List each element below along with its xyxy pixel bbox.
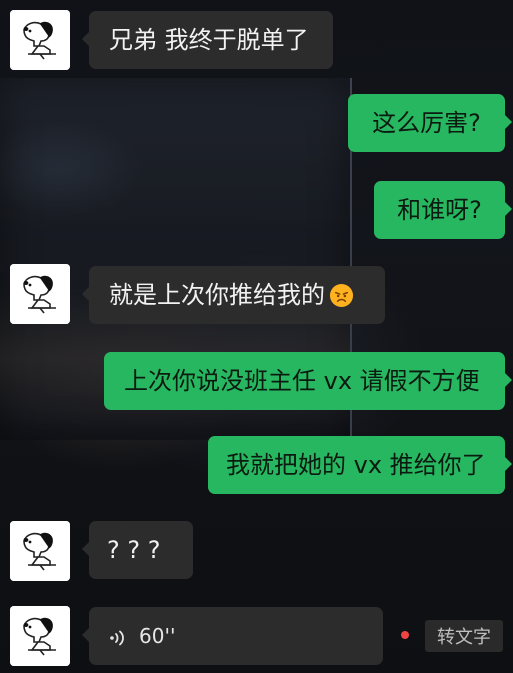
message-text: 这么厉害? [372, 109, 481, 137]
snoopy-avatar-icon [10, 606, 70, 666]
chat-screen: 兄弟 我终于脱单了 这么厉害? 和谁呀? 就是上次你推给我的 上次你说没班主任 … [0, 0, 513, 673]
voice-wave-icon [109, 627, 127, 646]
avatar[interactable] [10, 264, 70, 324]
message-bubble-outgoing[interactable]: 我就把她的 vx 推给你了 [208, 436, 512, 494]
message-text: 和谁呀? [397, 196, 482, 224]
message-bubble-incoming[interactable]: 就是上次你推给我的 [82, 266, 385, 324]
message-text: 兄弟 我终于脱单了 [109, 26, 309, 54]
message-bubble-outgoing[interactable]: 上次你说没班主任 vx 请假不方便 [104, 352, 512, 410]
snoopy-avatar-icon [10, 10, 70, 70]
voice-message-bubble[interactable]: 60'' [82, 607, 383, 665]
message-bubble-incoming[interactable]: ? ? ? [82, 521, 193, 579]
avatar[interactable] [10, 10, 70, 70]
message-text: ? ? ? [107, 536, 161, 564]
avatar[interactable] [10, 521, 70, 581]
message-bubble-incoming[interactable]: 兄弟 我终于脱单了 [82, 11, 333, 69]
message-bubble-outgoing[interactable]: 这么厉害? [348, 94, 512, 152]
avatar[interactable] [10, 606, 70, 666]
message-text: 就是上次你推给我的 [109, 281, 325, 309]
annoyed-face-emoji [329, 283, 354, 308]
voice-duration: 60'' [139, 624, 176, 648]
unread-dot [401, 631, 409, 639]
message-text: 上次你说没班主任 vx 请假不方便 [124, 367, 480, 395]
convert-to-text-button[interactable]: 转文字 [425, 620, 503, 652]
snoopy-avatar-icon [10, 521, 70, 581]
message-bubble-outgoing[interactable]: 和谁呀? [374, 181, 512, 239]
snoopy-avatar-icon [10, 264, 70, 324]
message-text: 我就把她的 vx 推给你了 [226, 451, 486, 479]
